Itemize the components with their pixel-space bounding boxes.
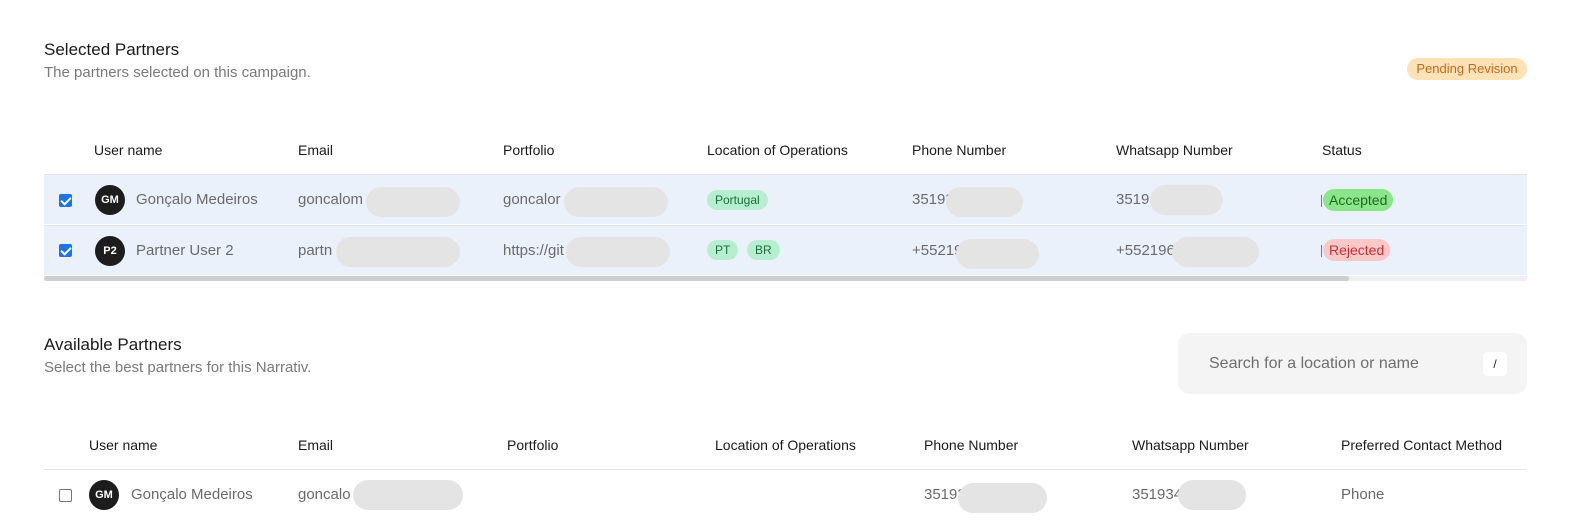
col-header-username[interactable]: User name — [94, 142, 162, 158]
whatsapp-cell: 3519 — [1116, 191, 1150, 208]
location-tag: Portugal — [707, 190, 768, 210]
redacted-blur — [366, 187, 460, 217]
available-partners-title: Available Partners — [44, 335, 182, 354]
available-partners-rows: GM Gonçalo Medeiros goncalo 35193 351934… — [44, 470, 1527, 520]
redacted-blur — [1150, 185, 1223, 215]
row-checkbox[interactable] — [59, 194, 72, 207]
user-name: Gonçalo Medeiros — [131, 486, 253, 503]
selected-partners-table: User name Email Portfolio Location of Op… — [44, 142, 1527, 276]
row-checkbox[interactable] — [59, 489, 72, 502]
location-tag: PT — [707, 240, 739, 260]
portfolio-cell: https://git — [503, 242, 564, 259]
col-header-portfolio[interactable]: Portfolio — [507, 437, 558, 453]
redacted-blur — [956, 239, 1039, 269]
search-placeholder: Search for a location or name — [1209, 355, 1419, 372]
avatar: GM — [95, 185, 125, 215]
status-marker — [1321, 195, 1322, 207]
redacted-blur — [1172, 237, 1259, 267]
email-cell: partn — [298, 242, 333, 259]
col-header-whatsapp[interactable]: Whatsapp Number — [1132, 437, 1249, 453]
redacted-blur — [353, 480, 463, 510]
status-badge: Pending Revision — [1407, 58, 1527, 80]
col-header-email[interactable]: Email — [298, 142, 333, 158]
keyboard-shortcut-icon: / — [1483, 352, 1507, 376]
avatar: P2 — [95, 236, 125, 266]
col-header-location[interactable]: Location of Operations — [715, 437, 856, 453]
table-row[interactable]: GM Gonçalo Medeiros goncalom goncalor Po… — [44, 174, 1527, 224]
col-header-contact-method[interactable]: Preferred Contact Method — [1341, 437, 1502, 453]
table-row[interactable]: P2 Partner User 2 partn https://git PT B… — [44, 225, 1527, 275]
redacted-blur — [566, 237, 670, 267]
contact-method-cell: Phone — [1341, 486, 1385, 503]
col-header-phone[interactable]: Phone Number — [924, 437, 1018, 453]
portfolio-cell: goncalor — [503, 191, 561, 208]
redacted-blur — [336, 237, 460, 267]
redacted-blur — [958, 483, 1047, 513]
table-row[interactable]: GM Gonçalo Medeiros goncalo 35193 351934… — [44, 470, 1527, 520]
col-header-whatsapp[interactable]: Whatsapp Number — [1116, 142, 1233, 158]
status-marker — [1321, 245, 1322, 257]
col-header-username[interactable]: User name — [89, 437, 157, 453]
phone-cell: +55219 — [912, 242, 963, 259]
col-header-phone[interactable]: Phone Number — [912, 142, 1006, 158]
status-badge-accepted: Accepted — [1323, 189, 1394, 211]
scrollbar-thumb[interactable] — [44, 276, 1349, 281]
email-cell: goncalom — [298, 191, 364, 208]
location-tag: BR — [747, 240, 780, 260]
col-header-location[interactable]: Location of Operations — [707, 142, 848, 158]
selected-partners-subtitle: The partners selected on this campaign. — [44, 64, 311, 81]
col-header-portfolio[interactable]: Portfolio — [503, 142, 554, 158]
whatsapp-cell: 351934 — [1132, 486, 1183, 503]
whatsapp-cell: +552196 — [1116, 242, 1175, 259]
available-partners-subtitle: Select the best partners for this Narrat… — [44, 359, 312, 376]
user-name: Partner User 2 — [136, 242, 234, 259]
redacted-blur — [1178, 480, 1246, 510]
col-header-email[interactable]: Email — [298, 437, 333, 453]
redacted-blur — [564, 187, 668, 217]
horizontal-scrollbar[interactable] — [44, 276, 1527, 281]
redacted-blur — [946, 187, 1023, 217]
col-header-status[interactable]: Status — [1322, 142, 1362, 158]
user-name: Gonçalo Medeiros — [136, 191, 258, 208]
search-input[interactable]: Search for a location or name / — [1178, 333, 1527, 394]
email-cell: goncalo — [298, 486, 351, 503]
row-checkbox[interactable] — [59, 244, 72, 257]
status-badge-rejected: Rejected — [1323, 239, 1391, 261]
avatar: GM — [89, 480, 119, 510]
selected-partners-title: Selected Partners — [44, 40, 180, 59]
